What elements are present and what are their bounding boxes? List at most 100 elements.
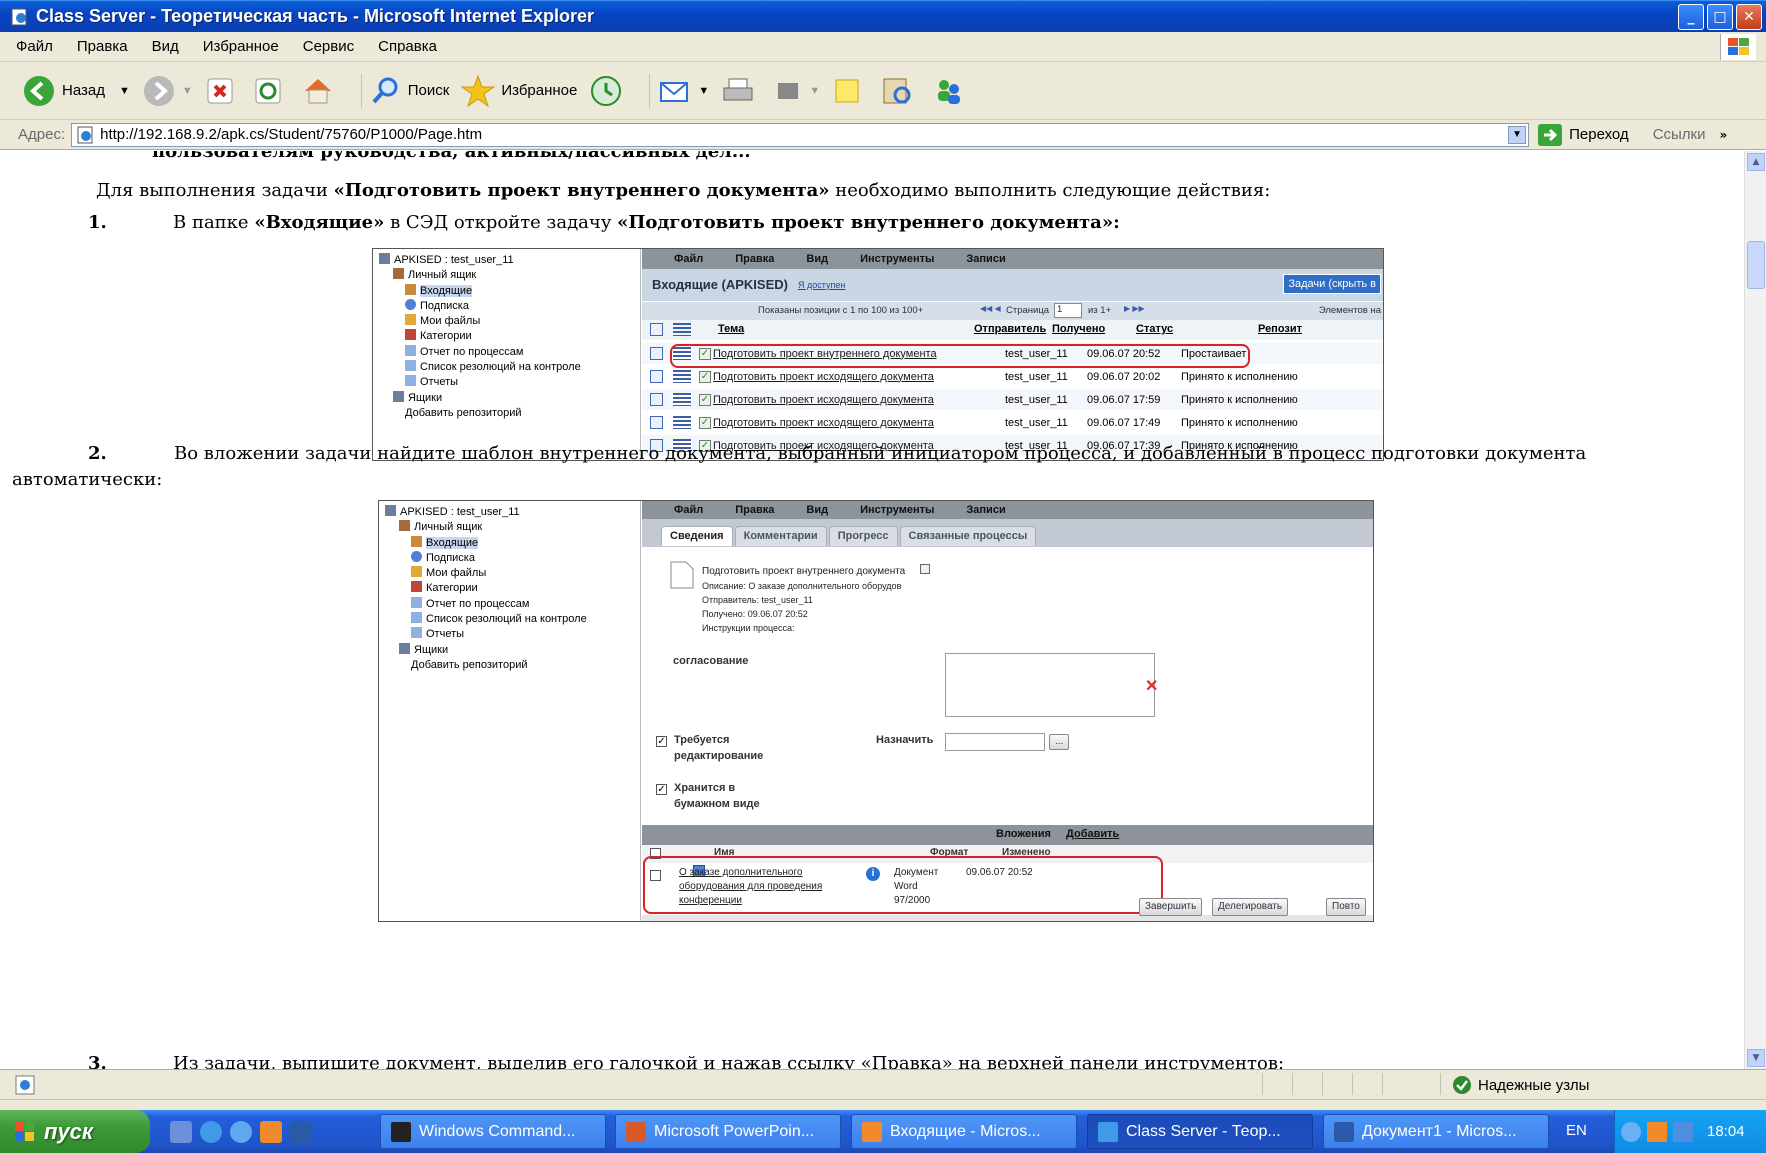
tree-item[interactable]: Отчеты xyxy=(385,627,634,642)
task-subject[interactable]: Подготовить проект исходящего документа xyxy=(713,371,1005,383)
back-dropdown-icon[interactable]: ▼ xyxy=(119,85,130,97)
inner-menu-item[interactable]: Инструменты xyxy=(860,253,934,265)
menu-file[interactable]: Файл xyxy=(16,38,53,55)
col-status[interactable]: Статус xyxy=(1136,323,1173,335)
go-button[interactable]: Переход xyxy=(1537,123,1629,147)
tree-item[interactable]: Ящики xyxy=(385,642,634,658)
inner-menu-item[interactable]: Вид xyxy=(806,253,828,265)
task-class-server[interactable]: Class Server - Теор... xyxy=(1087,1114,1313,1149)
col-repository[interactable]: Репозит xyxy=(1258,323,1302,335)
show-desktop-icon[interactable] xyxy=(170,1120,192,1143)
language-indicator[interactable]: EN xyxy=(1566,1122,1587,1139)
col-subject[interactable]: Тема xyxy=(718,323,744,335)
forward-dropdown-icon[interactable]: ▼ xyxy=(182,85,193,97)
delegate-button[interactable]: Делегировать xyxy=(1212,898,1289,916)
tab-comments[interactable]: Комментарии xyxy=(734,526,827,546)
vertical-scrollbar[interactable]: ▲ ▼ xyxy=(1744,151,1766,1069)
tree-item[interactable]: Личный ящик xyxy=(385,520,634,535)
tab-progress[interactable]: Прогресс xyxy=(828,526,898,546)
favorites-button[interactable]: Избранное xyxy=(461,74,577,108)
refresh-button[interactable] xyxy=(253,76,289,106)
tasks-toggle-button[interactable]: Задачи (скрыть в xyxy=(1283,274,1381,294)
scroll-down-icon[interactable]: ▼ xyxy=(1747,1049,1765,1067)
first-page-icon[interactable]: ◀◀ ◀ xyxy=(980,304,1001,313)
inner-menu-item[interactable]: Правка xyxy=(735,253,774,265)
tray-outlook-icon[interactable] xyxy=(1647,1121,1667,1142)
print-button[interactable] xyxy=(721,76,761,106)
tree-item[interactable]: Отчет по процессам xyxy=(385,596,634,612)
search-button[interactable]: Поиск xyxy=(370,75,449,107)
discuss-button[interactable] xyxy=(832,76,868,106)
minimize-button[interactable]: _ xyxy=(1678,4,1704,30)
task-subject[interactable]: Подготовить проект исходящего документа xyxy=(713,417,1005,429)
home-button[interactable] xyxy=(301,75,341,107)
scroll-up-icon[interactable]: ▲ xyxy=(1747,153,1765,171)
task-powerpoint[interactable]: Microsoft PowerPoin... xyxy=(615,1114,841,1149)
add-attachment-link[interactable]: Добавить xyxy=(1066,828,1119,840)
availability-link[interactable]: Я доступен xyxy=(798,280,845,290)
tray-expand-icon[interactable] xyxy=(1621,1121,1641,1142)
inner-menu-item[interactable]: Инструменты xyxy=(860,504,934,516)
maximize-button[interactable]: □ xyxy=(1707,4,1733,30)
select-all-checkbox[interactable] xyxy=(650,323,663,336)
inner-menu-item[interactable]: Записи xyxy=(966,253,1005,265)
messenger-button[interactable] xyxy=(932,75,972,107)
address-dropdown-icon[interactable]: ▼ xyxy=(1508,125,1527,144)
inner-menu-item[interactable]: Файл xyxy=(674,253,703,265)
assign-input[interactable] xyxy=(945,733,1045,751)
paper-checkbox[interactable]: ✓ xyxy=(656,784,667,795)
page-input[interactable]: 1 xyxy=(1054,303,1082,318)
links-more-icon[interactable]: » xyxy=(1720,128,1728,142)
edit-button[interactable]: ▼ xyxy=(773,76,820,106)
forward-button[interactable]: ▼ xyxy=(142,74,193,108)
tree-item[interactable]: Список резолюций на контроле xyxy=(385,612,634,627)
menu-favorites[interactable]: Избранное xyxy=(203,38,279,55)
tree-item-inbox[interactable]: Входящие xyxy=(385,535,634,551)
row-checkbox[interactable] xyxy=(650,370,663,383)
task-inbox[interactable]: Входящие - Micros... xyxy=(851,1114,1077,1149)
address-input[interactable]: http://192.168.9.2/apk.cs/Student/75760/… xyxy=(71,122,1530,147)
tree-item-inbox[interactable]: Входящие xyxy=(379,283,634,299)
repeat-button[interactable]: Повто xyxy=(1326,898,1366,916)
tree-item[interactable]: Подписка xyxy=(379,298,634,314)
security-zone[interactable]: Надежные узлы xyxy=(1452,1075,1589,1095)
task-row[interactable]: ✓ Подготовить проект исходящего документа… xyxy=(642,412,1383,433)
inner-menu-item[interactable]: Вид xyxy=(806,504,828,516)
menu-edit[interactable]: Правка xyxy=(77,38,128,55)
research-button[interactable] xyxy=(880,75,920,107)
tree-item[interactable]: Отчет по процессам xyxy=(379,344,634,360)
tree-item[interactable]: Личный ящик xyxy=(379,268,634,283)
row-checkbox[interactable] xyxy=(650,347,663,360)
tree-item[interactable]: Список резолюций на контроле xyxy=(379,360,634,375)
start-button[interactable]: пуск xyxy=(0,1110,150,1153)
window-titlebar[interactable]: Class Server - Теоретическая часть - Mic… xyxy=(0,0,1766,32)
task-subject[interactable]: Подготовить проект исходящего документа xyxy=(713,394,1005,406)
menu-view[interactable]: Вид xyxy=(152,38,179,55)
tree-root[interactable]: APKISED : test_user_11 xyxy=(385,505,634,520)
tree-item[interactable]: Добавить репозиторий xyxy=(385,658,634,673)
task-cmd[interactable]: Windows Command... xyxy=(380,1114,606,1149)
ie-quick-icon[interactable] xyxy=(200,1120,222,1143)
tree-item[interactable]: Категории xyxy=(385,581,634,596)
mail-dropdown-icon[interactable]: ▼ xyxy=(698,85,709,97)
task-word[interactable]: Документ1 - Micros... xyxy=(1323,1114,1549,1149)
close-button[interactable]: ✕ xyxy=(1736,4,1762,30)
browser-quick-icon[interactable] xyxy=(230,1120,252,1143)
mail-button[interactable]: ▼ xyxy=(658,76,709,106)
remove-x-icon[interactable]: ✕ xyxy=(1145,676,1158,696)
assign-browse-button[interactable]: ... xyxy=(1049,734,1070,750)
tab-details[interactable]: Сведения xyxy=(661,526,733,546)
back-button[interactable]: Назад ▼ xyxy=(22,74,130,108)
tree-item[interactable]: Ящики xyxy=(379,390,634,406)
inner-menu-item[interactable]: Файл xyxy=(674,504,703,516)
next-page-icon[interactable]: ▶ ▶▶ xyxy=(1124,304,1145,313)
menu-tools[interactable]: Сервис xyxy=(303,38,354,55)
task-row[interactable]: ✓ Подготовить проект исходящего документа… xyxy=(642,389,1383,410)
word-quick-icon[interactable] xyxy=(290,1120,312,1143)
outlook-quick-icon[interactable] xyxy=(260,1120,282,1143)
task-row[interactable]: ✓ Подготовить проект исходящего документа… xyxy=(642,366,1383,387)
row-checkbox[interactable] xyxy=(650,393,663,406)
history-button[interactable] xyxy=(589,74,629,108)
row-checkbox[interactable] xyxy=(650,416,663,429)
approval-textarea[interactable] xyxy=(945,653,1155,717)
